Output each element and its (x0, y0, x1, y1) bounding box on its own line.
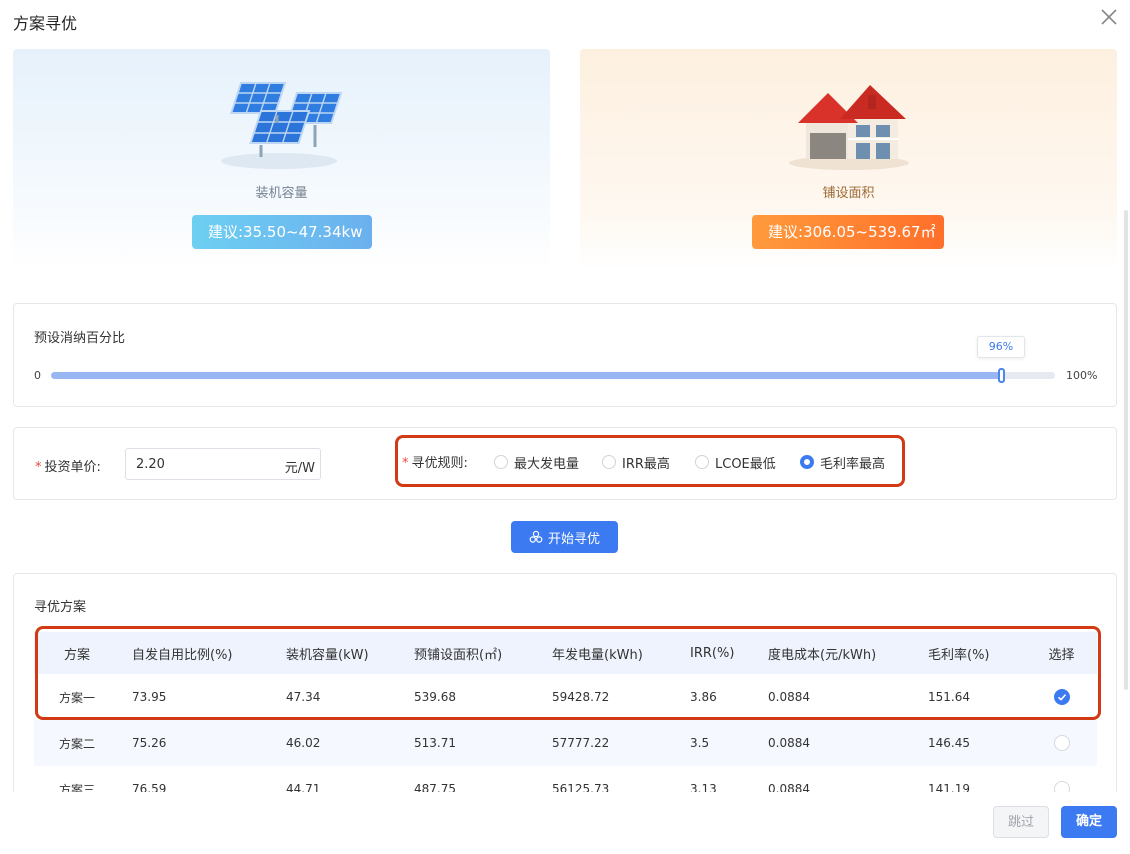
table-row[interactable]: 方案二 75.26 46.02 513.71 57777.22 3.5 0.08… (34, 720, 1097, 766)
results-panel: 寻优方案 方案 自发自用比例(%) 装机容量(kW) 预铺设面积(㎡) 年发电量… (13, 573, 1117, 792)
rule-label: * 寻优规则: (402, 456, 468, 471)
radio-circle[interactable] (494, 455, 508, 469)
column-header: 自发自用比例(%) (120, 632, 274, 674)
lcoe: 0.0884 (768, 782, 810, 792)
skip-button[interactable]: 跳过 (993, 806, 1049, 838)
dialog-body[interactable]: 装机容量 建议:35.50~47.34kw 铺设面积 建议:306.05~539… (0, 40, 1122, 792)
house-icon (784, 75, 914, 175)
irr: 3.5 (678, 720, 756, 766)
select-radio[interactable] (1053, 735, 1070, 751)
capacity-label: 装机容量 (255, 186, 308, 201)
radio-circle[interactable] (800, 455, 814, 469)
price-unit: 元/W (284, 461, 315, 476)
radio-irr-highest[interactable]: IRR最高 (602, 454, 670, 472)
annual-generation: 57777.22 (540, 720, 678, 766)
required-mark: * (402, 456, 409, 471)
column-header: 度电成本(元/kWh) (756, 632, 916, 674)
column-header: 毛利率(%) (916, 632, 1026, 674)
slider-handle[interactable] (998, 368, 1005, 383)
gross-margin: 146.45 (916, 720, 1026, 766)
laying-area: 513.71 (402, 720, 540, 766)
results-title: 寻优方案 (34, 600, 87, 615)
plan-name: 方案三 (58, 782, 95, 793)
consumption-slider[interactable]: 96% (51, 336, 1055, 383)
radio-max-generation[interactable]: 最大发电量 (494, 454, 579, 472)
table-row[interactable]: 方案三 76.59 44.71 487.75 56125.73 3.13 0.0… (34, 766, 1097, 792)
plan-name: 方案一 (58, 690, 95, 705)
price-input-wrapper[interactable]: 元/W (125, 448, 321, 480)
close-icon[interactable] (1098, 6, 1120, 28)
gross-margin: 151.64 (928, 690, 970, 704)
radio-gross-margin-highest[interactable]: 毛利率最高 (800, 454, 885, 472)
laying-area: 539.68 (414, 690, 456, 704)
annual-generation: 56125.73 (552, 782, 610, 792)
area-card: 铺设面积 建议:306.05~539.67㎡ (580, 49, 1117, 271)
annual-generation: 59428.72 (552, 690, 610, 704)
installed-capacity: 47.34 (286, 690, 321, 704)
radio-lcoe-lowest[interactable]: LCOE最低 (695, 454, 776, 472)
slider-min-label: 0 (34, 369, 41, 382)
start-button-label: 开始寻优 (547, 531, 600, 547)
slider-title: 预设消纳百分比 (34, 331, 126, 346)
slider-value-tooltip: 96% (977, 336, 1025, 358)
column-header: IRR(%) (678, 632, 756, 674)
laying-area: 487.75 (414, 782, 456, 792)
consumption-slider-panel: 预设消纳百分比 0 96% 100% (13, 303, 1117, 407)
column-header: 预铺设面积(㎡) (402, 632, 540, 674)
start-optimization-button[interactable]: 开始寻优 (511, 521, 618, 553)
select-cell[interactable] (1026, 766, 1097, 792)
confirm-button[interactable]: 确定 (1061, 806, 1117, 838)
table-header-row: 方案 自发自用比例(%) 装机容量(kW) 预铺设面积(㎡) 年发电量(kWh)… (34, 632, 1097, 674)
column-header: 年发电量(kWh) (540, 632, 678, 674)
parameter-form-panel: *投资单价: 元/W *寻优规则: 最大发电量 IRR最高 LCOE最低 毛利率… (13, 427, 1117, 500)
select-radio[interactable] (1053, 781, 1070, 792)
capacity-card: 装机容量 建议:35.50~47.34kw (13, 49, 550, 271)
irr: 3.13 (690, 782, 717, 792)
self-use-ratio: 73.95 (132, 690, 167, 704)
optimization-rule-group: * 寻优规则: 最大发电量 IRR最高 LCOE最低 毛利率最高 (395, 435, 905, 487)
select-radio-checked[interactable] (1053, 689, 1070, 705)
solar-panel-icon (217, 75, 347, 175)
dialog-title: 方案寻优 (13, 14, 78, 33)
required-mark: * (35, 460, 42, 475)
self-use-ratio: 76.59 (132, 782, 167, 792)
slider-fill (51, 372, 1001, 379)
column-header: 选择 (1026, 632, 1097, 674)
self-use-ratio: 75.26 (120, 720, 274, 766)
area-label: 铺设面积 (822, 186, 875, 201)
column-header: 方案 (34, 632, 120, 674)
scrollbar[interactable] (1124, 210, 1128, 690)
capacity-suggestion-button[interactable]: 建议:35.50~47.34kw (192, 215, 372, 249)
results-table: 方案 自发自用比例(%) 装机容量(kW) 预铺设面积(㎡) 年发电量(kWh)… (34, 632, 1097, 792)
installed-capacity: 46.02 (274, 720, 402, 766)
select-cell[interactable] (1026, 720, 1097, 766)
select-cell[interactable] (1026, 674, 1097, 720)
lcoe: 0.0884 (756, 720, 916, 766)
cluster-icon (529, 530, 543, 543)
check-icon (1057, 694, 1066, 701)
radio-circle[interactable] (602, 455, 616, 469)
radio-circle[interactable] (695, 455, 709, 469)
table-row[interactable]: 方案一 73.95 47.34 539.68 59428.72 3.86 0.0… (34, 674, 1097, 720)
price-input[interactable] (136, 449, 266, 479)
price-label: * 投资单价: (35, 460, 101, 475)
gross-margin: 141.19 (928, 782, 970, 792)
slider-max-label: 100% (1066, 369, 1098, 382)
plan-name: 方案二 (34, 720, 120, 766)
lcoe: 0.0884 (768, 690, 810, 704)
column-header: 装机容量(kW) (274, 632, 402, 674)
irr: 3.86 (690, 690, 717, 704)
installed-capacity: 44.71 (286, 782, 321, 792)
area-suggestion-button[interactable]: 建议:306.05~539.67㎡ (752, 215, 944, 249)
